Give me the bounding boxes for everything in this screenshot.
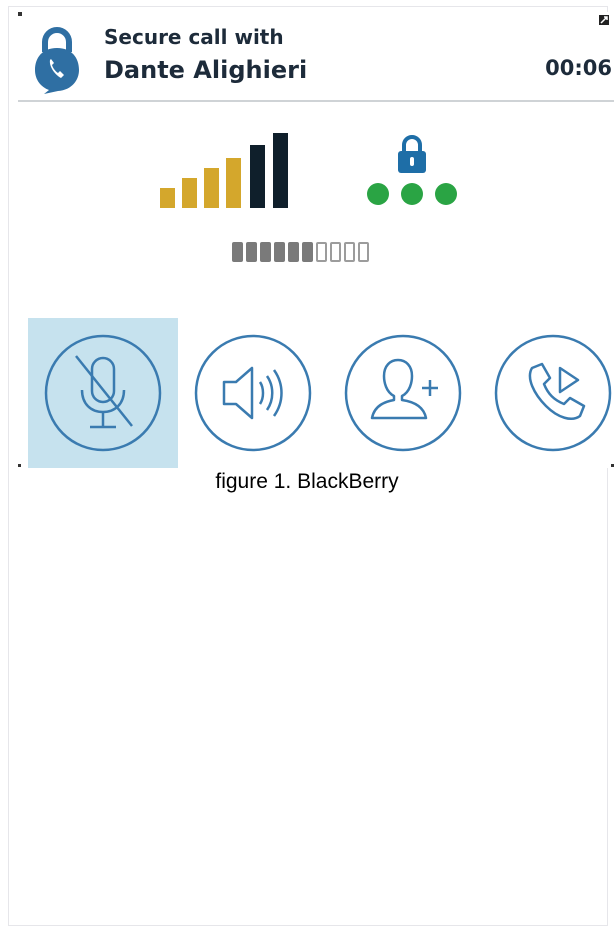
audio-level-meter: [232, 242, 369, 266]
meter-segment: [344, 242, 355, 262]
corner-mark: [18, 464, 21, 467]
phone-transfer-icon: [494, 334, 612, 452]
speaker-icon: [194, 334, 312, 452]
call-screen: Secure call with Dante Alighieri 00:06: [18, 12, 614, 468]
meter-segment: [358, 242, 369, 262]
microphone-muted-icon: [44, 334, 162, 452]
mute-button[interactable]: [28, 318, 178, 468]
meter-segment: [246, 242, 257, 262]
lock-icon: [398, 135, 426, 173]
call-title: Secure call with: [104, 25, 284, 49]
security-dot: [367, 183, 389, 205]
call-header: Secure call with Dante Alighieri 00:06: [18, 12, 614, 104]
meter-segment: [274, 242, 285, 262]
security-dot: [401, 183, 423, 205]
meter-segment: [302, 242, 313, 262]
transfer-call-button[interactable]: [478, 318, 614, 468]
security-dot: [435, 183, 457, 205]
add-contact-icon: [344, 334, 462, 452]
secure-call-app-icon: [35, 27, 79, 94]
add-contact-button[interactable]: [328, 318, 478, 468]
contact-name: Dante Alighieri: [104, 56, 308, 84]
meter-segment: [232, 242, 243, 262]
meter-segment: [316, 242, 327, 262]
meter-segment: [260, 242, 271, 262]
signal-strength-icon: [160, 133, 288, 208]
speaker-button[interactable]: [178, 318, 328, 468]
header-divider: [18, 100, 614, 102]
meter-segment: [330, 242, 341, 262]
meter-segment: [288, 242, 299, 262]
security-status: [367, 135, 457, 205]
figure-caption: figure 1. BlackBerry: [215, 470, 399, 493]
call-timer: 00:06: [545, 56, 612, 80]
